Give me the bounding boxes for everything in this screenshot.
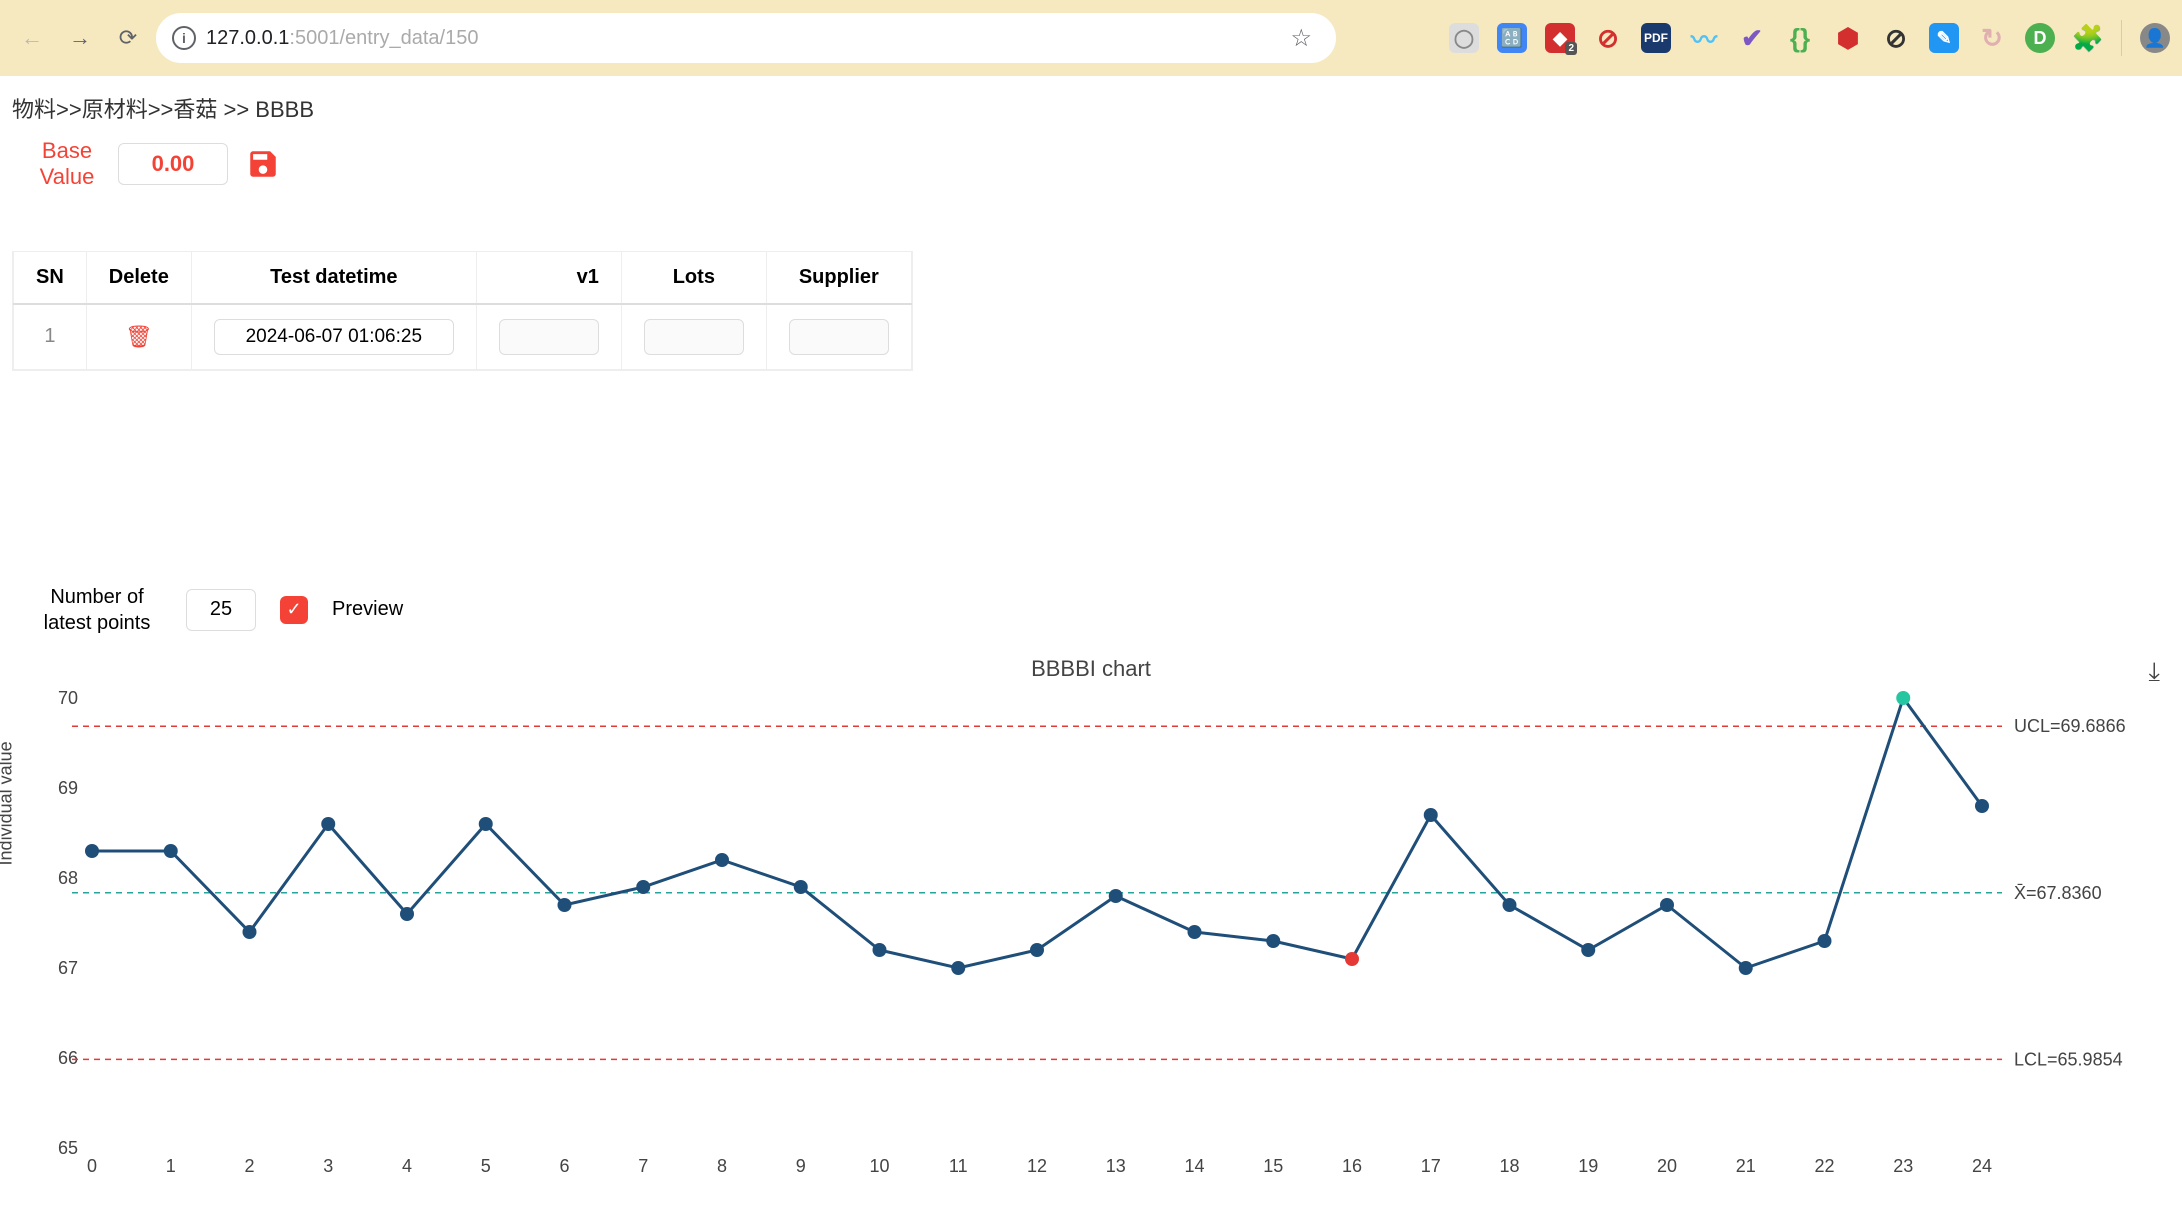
svg-text:X̄=67.8360: X̄=67.8360 (2014, 883, 2102, 903)
svg-text:15: 15 (1263, 1156, 1283, 1176)
url-text: 127.0.0.1:5001/entry_data/150 (206, 27, 1280, 50)
save-icon (246, 147, 280, 181)
svg-text:UCL=69.6866: UCL=69.6866 (2014, 716, 2126, 736)
svg-text:8: 8 (717, 1156, 727, 1176)
svg-text:69: 69 (58, 778, 78, 798)
preview-label: Preview (332, 598, 403, 621)
extensions-tray: ◯ 🔠 ◆2 ⊘ PDF 〰 ✔ {} ⬢ ⊘ ✎ ↻ D 🧩 👤 (1449, 20, 2170, 56)
svg-text:22: 22 (1814, 1156, 1834, 1176)
ext-icon-check[interactable]: ✔ (1737, 23, 1767, 53)
cell-supplier (766, 304, 911, 370)
table-row: 1 🗑 (14, 304, 912, 370)
cell-v1 (476, 304, 621, 370)
ext-icon-wave[interactable]: 〰 (1689, 23, 1719, 53)
forward-button[interactable]: → (60, 18, 100, 58)
control-chart: 6566676869700123456789101112131415161718… (12, 688, 2152, 1178)
bookmark-star-icon[interactable]: ☆ (1290, 24, 1312, 53)
cell-delete: 🗑 (86, 304, 191, 370)
svg-text:13: 13 (1106, 1156, 1126, 1176)
svg-text:67: 67 (58, 958, 78, 978)
col-v1: v1 (476, 252, 621, 304)
browser-toolbar: ← → ⟳ i 127.0.0.1:5001/entry_data/150 ☆ … (0, 0, 2182, 76)
separator (2121, 20, 2122, 56)
save-button[interactable] (244, 145, 282, 183)
ext-icon-hexagon[interactable]: ⬢ (1833, 23, 1863, 53)
svg-text:17: 17 (1421, 1156, 1441, 1176)
svg-text:24: 24 (1972, 1156, 1992, 1176)
svg-text:70: 70 (58, 688, 78, 708)
points-input[interactable] (186, 589, 256, 631)
col-sn: SN (14, 252, 87, 304)
svg-text:20: 20 (1657, 1156, 1677, 1176)
svg-text:1: 1 (166, 1156, 176, 1176)
col-supplier: Supplier (766, 252, 911, 304)
ext-icon-pdf-badge[interactable]: ◆2 (1545, 23, 1575, 53)
trash-icon[interactable]: 🗑 (125, 324, 153, 349)
svg-text:0: 0 (87, 1156, 97, 1176)
breadcrumb: 物料>>原材料>>香菇 >> BBBB (12, 88, 2170, 138)
v1-input[interactable] (499, 319, 599, 355)
svg-text:16: 16 (1342, 1156, 1362, 1176)
svg-text:LCL=65.9854: LCL=65.9854 (2014, 1049, 2123, 1069)
svg-text:18: 18 (1499, 1156, 1519, 1176)
col-datetime: Test datetime (191, 252, 476, 304)
base-value-label: BaseValue (32, 138, 102, 191)
back-button[interactable]: ← (12, 18, 52, 58)
ext-icon-d[interactable]: D (2025, 23, 2055, 53)
ext-icon-circle[interactable]: ◯ (1449, 23, 1479, 53)
base-value-input[interactable] (118, 143, 228, 185)
ext-icon-noentry[interactable]: ⊘ (1881, 23, 1911, 53)
chart-ylabel: Individual value (0, 741, 17, 865)
ext-icon-translate[interactable]: 🔠 (1497, 23, 1527, 53)
svg-text:12: 12 (1027, 1156, 1047, 1176)
profile-avatar[interactable]: 👤 (2140, 23, 2170, 53)
preview-checkbox[interactable]: ✓ (280, 596, 308, 624)
svg-text:5: 5 (481, 1156, 491, 1176)
svg-text:11: 11 (949, 1156, 968, 1176)
chart-container: ⤓ BBBBI chart Individual value 656667686… (12, 656, 2170, 1178)
svg-text:10: 10 (869, 1156, 889, 1176)
ext-icon-history[interactable]: ↻ (1977, 23, 2007, 53)
svg-text:7: 7 (638, 1156, 648, 1176)
address-bar[interactable]: i 127.0.0.1:5001/entry_data/150 ☆ (156, 13, 1336, 63)
datetime-input[interactable] (214, 319, 454, 355)
ext-icon-pdf[interactable]: PDF (1641, 23, 1671, 53)
ext-icon-edit[interactable]: ✎ (1929, 23, 1959, 53)
svg-text:2: 2 (244, 1156, 254, 1176)
svg-text:68: 68 (58, 868, 78, 888)
ext-icon-block[interactable]: ⊘ (1593, 23, 1623, 53)
cell-sn: 1 (14, 304, 87, 370)
svg-text:3: 3 (323, 1156, 333, 1176)
svg-text:9: 9 (796, 1156, 806, 1176)
col-delete: Delete (86, 252, 191, 304)
svg-text:65: 65 (58, 1138, 78, 1158)
chart-title: BBBBI chart (12, 656, 2170, 682)
svg-text:66: 66 (58, 1048, 78, 1068)
site-info-icon[interactable]: i (172, 26, 196, 50)
cell-datetime (191, 304, 476, 370)
reload-button[interactable]: ⟳ (108, 18, 148, 58)
extensions-puzzle-icon[interactable]: 🧩 (2073, 23, 2103, 53)
supplier-input[interactable] (789, 319, 889, 355)
svg-text:4: 4 (402, 1156, 412, 1176)
data-table: SN Delete Test datetime v1 Lots Supplier… (12, 251, 913, 371)
download-chart-icon[interactable]: ⤓ (2149, 656, 2161, 688)
col-lots: Lots (621, 252, 766, 304)
svg-text:6: 6 (559, 1156, 569, 1176)
lots-input[interactable] (644, 319, 744, 355)
cell-lots (621, 304, 766, 370)
ext-icon-brackets[interactable]: {} (1785, 23, 1815, 53)
svg-text:19: 19 (1578, 1156, 1598, 1176)
svg-text:23: 23 (1893, 1156, 1913, 1176)
svg-text:14: 14 (1184, 1156, 1204, 1176)
points-label: Number oflatest points (32, 584, 162, 636)
svg-text:21: 21 (1736, 1156, 1756, 1176)
